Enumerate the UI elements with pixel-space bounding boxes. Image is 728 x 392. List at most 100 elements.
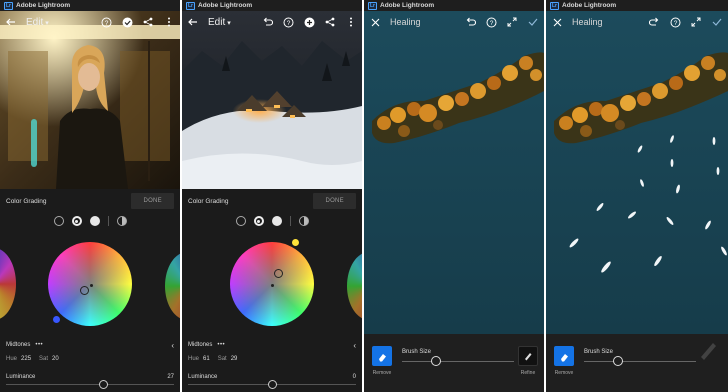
color-position-dot	[90, 284, 93, 287]
mode-midtones[interactable]	[71, 216, 82, 226]
lightroom-screen-healing-before: Lr Adobe Lightroom Healing ? Remove Brus…	[364, 0, 544, 392]
app-header: Lr Adobe Lightroom	[0, 0, 180, 11]
more-vertical-icon[interactable]	[344, 15, 358, 29]
saturation-handle[interactable]	[53, 316, 60, 323]
mode-midtones[interactable]	[253, 216, 264, 226]
zone-label: Midtones	[6, 342, 31, 348]
hue-value: 61	[203, 356, 210, 362]
screenshot-collage: Lr Adobe Lightroom Edit ▾ ? Color Gradin…	[0, 0, 728, 392]
remove-button[interactable]	[372, 346, 392, 366]
partial-color-wheel-right[interactable]	[165, 252, 180, 320]
color-wheel-area	[182, 234, 362, 334]
add-icon[interactable]	[302, 15, 316, 29]
check-icon[interactable]	[710, 15, 724, 29]
brush-refine-icon[interactable]	[696, 338, 720, 362]
back-arrow-icon[interactable]	[4, 15, 18, 29]
edit-toolbar: Edit ▾ ?	[182, 11, 362, 33]
done-button[interactable]: DONE	[313, 193, 356, 209]
done-button[interactable]: DONE	[131, 193, 174, 209]
snow-village-photo	[182, 11, 362, 189]
mode-global[interactable]	[116, 216, 127, 226]
chevron-left-icon[interactable]: ‹	[171, 341, 174, 350]
section-title: Color Grading	[6, 197, 47, 205]
lightroom-logo: Lr	[186, 1, 195, 10]
brush-size-handle[interactable]	[430, 356, 441, 366]
lightroom-screen-color-grading-portrait: Lr Adobe Lightroom Edit ▾ ? Color Gradin…	[0, 0, 180, 392]
luminance-slider-track[interactable]	[6, 384, 174, 385]
refine-button[interactable]	[518, 346, 538, 366]
hue-sat-readout: Hue 61 Sat 29	[182, 354, 362, 364]
hue-sat-readout: Hue 225 Sat 20	[0, 354, 180, 364]
help-icon[interactable]: ?	[668, 15, 682, 29]
app-title: Adobe Lightroom	[562, 2, 617, 9]
mode-highlights[interactable]	[271, 216, 282, 226]
svg-text:?: ?	[104, 20, 108, 27]
brush-size-track[interactable]	[402, 361, 514, 362]
help-icon[interactable]: ?	[99, 15, 113, 29]
svg-text:?: ?	[673, 20, 677, 27]
share-icon[interactable]	[141, 15, 155, 29]
portrait-photo	[0, 11, 180, 189]
close-icon[interactable]	[368, 15, 382, 29]
sat-label: Sat	[217, 356, 227, 362]
brush-size-handle[interactable]	[612, 356, 623, 366]
color-picker-handle[interactable]	[274, 269, 283, 278]
partial-color-wheel-right[interactable]	[347, 252, 362, 320]
expand-icon[interactable]	[689, 15, 703, 29]
mode-divider	[289, 216, 291, 226]
luminance-value: 27	[167, 374, 174, 380]
mode-shadows[interactable]	[235, 216, 246, 226]
lightroom-logo: Lr	[4, 1, 13, 10]
help-icon[interactable]: ?	[281, 15, 295, 29]
brush-size-label: Brush Size	[402, 349, 432, 355]
chevron-left-icon[interactable]: ‹	[353, 341, 356, 350]
more-vertical-icon[interactable]	[162, 15, 176, 29]
brush-size-track[interactable]	[584, 361, 696, 362]
more-options-icon[interactable]: •••	[217, 342, 225, 348]
partial-color-wheel-left[interactable]	[0, 248, 16, 320]
grading-mode-selector	[182, 214, 362, 228]
remove-label: Remove	[372, 370, 392, 376]
back-arrow-icon[interactable]	[186, 15, 200, 29]
checkmark-circle-icon[interactable]	[120, 15, 134, 29]
chevron-down-icon: ▾	[227, 19, 231, 27]
luminance-slider-handle[interactable]	[267, 380, 277, 389]
share-icon[interactable]	[323, 15, 337, 29]
hue-label: Hue	[6, 356, 18, 362]
zone-row: Midtones ••• ‹	[182, 339, 362, 351]
help-icon[interactable]: ?	[484, 15, 498, 29]
healing-toolbar: Healing ?	[546, 11, 728, 33]
app-header: Lr Adobe Lightroom	[364, 0, 544, 11]
mode-global[interactable]	[298, 216, 309, 226]
edit-menu[interactable]: Edit ▾	[26, 17, 92, 28]
grading-mode-selector	[0, 214, 180, 228]
edit-menu[interactable]: Edit ▾	[208, 17, 253, 28]
luminance-label: Luminance	[188, 374, 218, 380]
edit-title: Edit	[208, 16, 226, 28]
mode-shadows[interactable]	[53, 216, 64, 226]
color-grading-header: Color Grading DONE	[0, 190, 180, 212]
section-title: Color Grading	[188, 197, 229, 205]
saturation-handle[interactable]	[292, 239, 299, 246]
undo-icon[interactable]	[260, 15, 274, 29]
hue-value: 225	[21, 356, 32, 362]
svg-text:?: ?	[286, 20, 290, 27]
eraser-icon	[560, 353, 568, 361]
remove-button[interactable]	[554, 346, 574, 366]
close-icon[interactable]	[550, 15, 564, 29]
healing-toolbar: Healing ?	[364, 11, 544, 33]
more-options-icon[interactable]: •••	[35, 342, 43, 348]
expand-icon[interactable]	[505, 15, 519, 29]
app-header: Lr Adobe Lightroom	[546, 0, 728, 11]
tool-title: Healing	[390, 17, 421, 27]
mode-highlights[interactable]	[89, 216, 100, 226]
color-grading-header: Color Grading DONE	[182, 190, 362, 212]
svg-text:?: ?	[489, 20, 493, 27]
color-picker-handle[interactable]	[80, 286, 89, 295]
edit-toolbar: Edit ▾ ?	[0, 11, 180, 33]
undo-icon[interactable]	[463, 15, 477, 29]
chevron-down-icon: ▾	[45, 19, 49, 27]
luminance-slider-handle[interactable]	[98, 380, 108, 389]
redo-icon[interactable]	[647, 15, 661, 29]
check-icon[interactable]	[526, 15, 540, 29]
